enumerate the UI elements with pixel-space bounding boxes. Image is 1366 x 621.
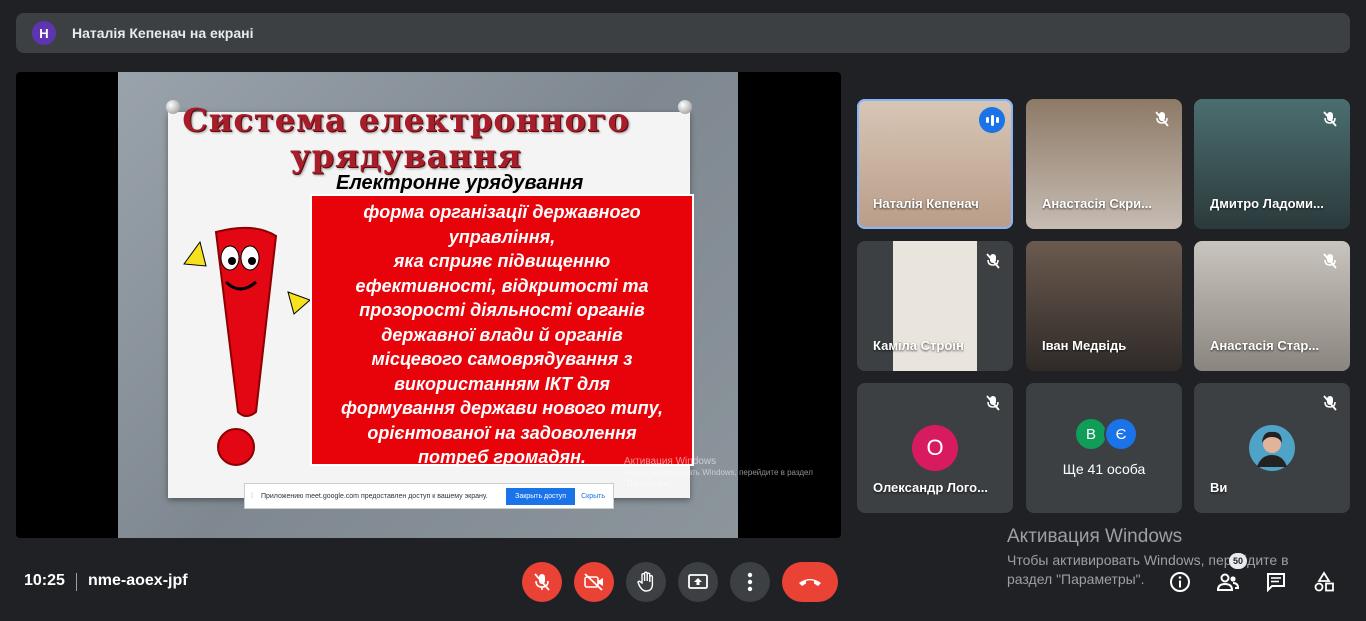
shapes-icon (1314, 571, 1334, 592)
shared-screen: Система електронного урядування Електрон… (16, 72, 841, 538)
more-participants-label: Ще 41 особа (1062, 461, 1146, 477)
watermark-text: Чтобы активировать Windows, перейдите в … (624, 468, 813, 488)
mic-off-icon (1323, 253, 1337, 269)
presenter-avatar: Н (32, 21, 56, 45)
participant-name: Ви (1210, 480, 1228, 495)
exclamation-mascot-icon (183, 226, 311, 466)
slide-subtitle: Електронне урядування (336, 172, 584, 194)
camera-toggle-button[interactable] (574, 562, 614, 602)
camera-off-icon (584, 573, 603, 591)
participant-name: Наталія Кепенач (873, 196, 979, 211)
grip-icon: ⁞ (251, 492, 253, 500)
speaking-indicator-icon (979, 107, 1005, 133)
participant-name: Каміла Строїн (873, 338, 964, 353)
self-avatar (1249, 425, 1295, 471)
pin-icon (678, 100, 692, 114)
presenting-title: Наталія Кепенач на екрані (72, 25, 254, 41)
windows-activation-watermark-small: Активация Windows Чтобы активировать Win… (624, 456, 814, 489)
activities-button[interactable] (1311, 569, 1337, 595)
more-vert-icon (747, 572, 753, 592)
participant-count-badge: 50 (1229, 553, 1247, 569)
mic-off-icon (986, 395, 1000, 411)
more-options-button[interactable] (730, 562, 770, 602)
slide-title: Система електронного урядування (182, 101, 630, 175)
people-icon (1216, 573, 1240, 591)
meeting-details-button[interactable] (1167, 569, 1193, 595)
watermark-title: Активация Windows (1007, 526, 1183, 547)
hide-notice-button[interactable]: Скрыть (581, 493, 605, 500)
info-icon (1170, 572, 1190, 592)
participant-name: Анастасія Стар... (1210, 338, 1320, 353)
mic-off-icon (986, 253, 1000, 269)
participant-tile[interactable]: О Олександр Лого... (857, 383, 1013, 513)
slide-definition: форма організації державного управління,… (310, 194, 694, 467)
chat-button[interactable] (1263, 569, 1289, 595)
present-screen-button[interactable] (678, 562, 718, 602)
self-tile[interactable]: Ви (1194, 383, 1350, 513)
mic-off-icon (1323, 111, 1337, 127)
chat-icon (1267, 573, 1285, 593)
participant-name: Дмитро Ладоми... (1210, 196, 1324, 211)
participant-tile[interactable]: Каміла Строїн (857, 241, 1013, 371)
participant-tile[interactable]: Анастасія Скри... (1026, 99, 1182, 229)
participant-avatar: О (912, 425, 958, 471)
share-notice-text: Приложению meet.google.com предоставлен … (260, 492, 488, 500)
participant-tile[interactable]: Дмитро Ладоми... (1194, 99, 1350, 229)
screen-share-notice: ⁞ Приложению meet.google.com предоставле… (244, 483, 614, 509)
mic-off-icon (534, 573, 550, 591)
hand-icon (637, 571, 654, 592)
more-participants-tile[interactable]: В Є Ще 41 особа (1026, 383, 1182, 513)
participant-name: Олександр Лого... (873, 480, 988, 495)
divider (76, 573, 77, 591)
participant-tile[interactable]: Наталія Кепенач (857, 99, 1013, 229)
present-icon (688, 574, 708, 589)
participant-avatar: Є (1104, 417, 1138, 451)
mic-off-icon (1155, 111, 1169, 127)
leave-call-button[interactable] (782, 562, 838, 602)
microphone-toggle-button[interactable] (522, 562, 562, 602)
participant-tile[interactable]: Іван Медвідь (1026, 241, 1182, 371)
meeting-code: nme-aoex-jpf (88, 572, 188, 589)
watermark-title: Активация Windows (624, 456, 717, 467)
stop-sharing-button[interactable]: Закрыть доступ (506, 487, 576, 505)
participant-avatar: В (1074, 417, 1108, 451)
hang-up-icon (799, 579, 821, 586)
participants-button[interactable] (1215, 569, 1241, 595)
participant-tile[interactable]: Анастасія Стар... (1194, 241, 1350, 371)
meeting-time: 10:25 (24, 572, 65, 589)
mic-off-icon (1323, 395, 1337, 411)
participant-name: Іван Медвідь (1042, 338, 1127, 353)
raise-hand-button[interactable] (626, 562, 666, 602)
control-bar: Активация Windows Чтобы активировать Win… (0, 526, 1366, 621)
participant-name: Анастасія Скри... (1042, 196, 1152, 211)
presenting-banner: Н Наталія Кепенач на екрані (16, 13, 1350, 53)
